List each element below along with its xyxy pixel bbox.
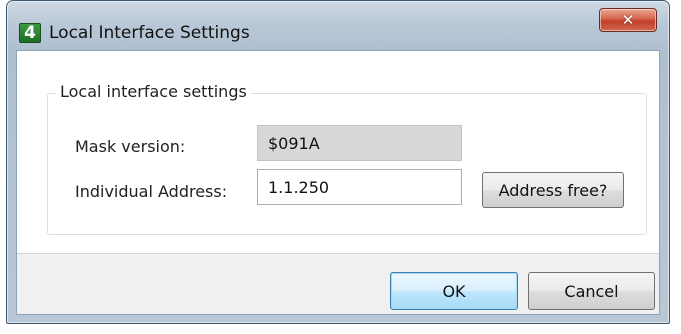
cancel-button[interactable]: Cancel	[528, 272, 655, 310]
individual-address-field[interactable]	[257, 169, 462, 205]
dialog-client-area: Local interface settings Mask version: I…	[16, 50, 660, 315]
app-logo-icon: 4	[19, 23, 41, 43]
address-free-button[interactable]: Address free?	[482, 172, 624, 208]
dialog-window: 4 Local Interface Settings ✕ Local inter…	[6, 0, 670, 324]
group-title: Local interface settings	[56, 80, 251, 104]
mask-version-field	[257, 125, 462, 161]
window-title: Local Interface Settings	[49, 23, 250, 43]
title-bar[interactable]: 4 Local Interface Settings ✕	[7, 1, 669, 43]
close-icon: ✕	[621, 11, 635, 29]
app-logo-glyph: 4	[24, 23, 36, 43]
individual-address-label: Individual Address:	[75, 182, 228, 201]
settings-panel: Local interface settings Mask version: I…	[17, 51, 659, 254]
mask-version-label: Mask version:	[75, 137, 186, 156]
ok-button[interactable]: OK	[390, 272, 518, 310]
local-interface-settings-group: Local interface settings	[47, 80, 647, 235]
close-button[interactable]: ✕	[599, 8, 657, 32]
